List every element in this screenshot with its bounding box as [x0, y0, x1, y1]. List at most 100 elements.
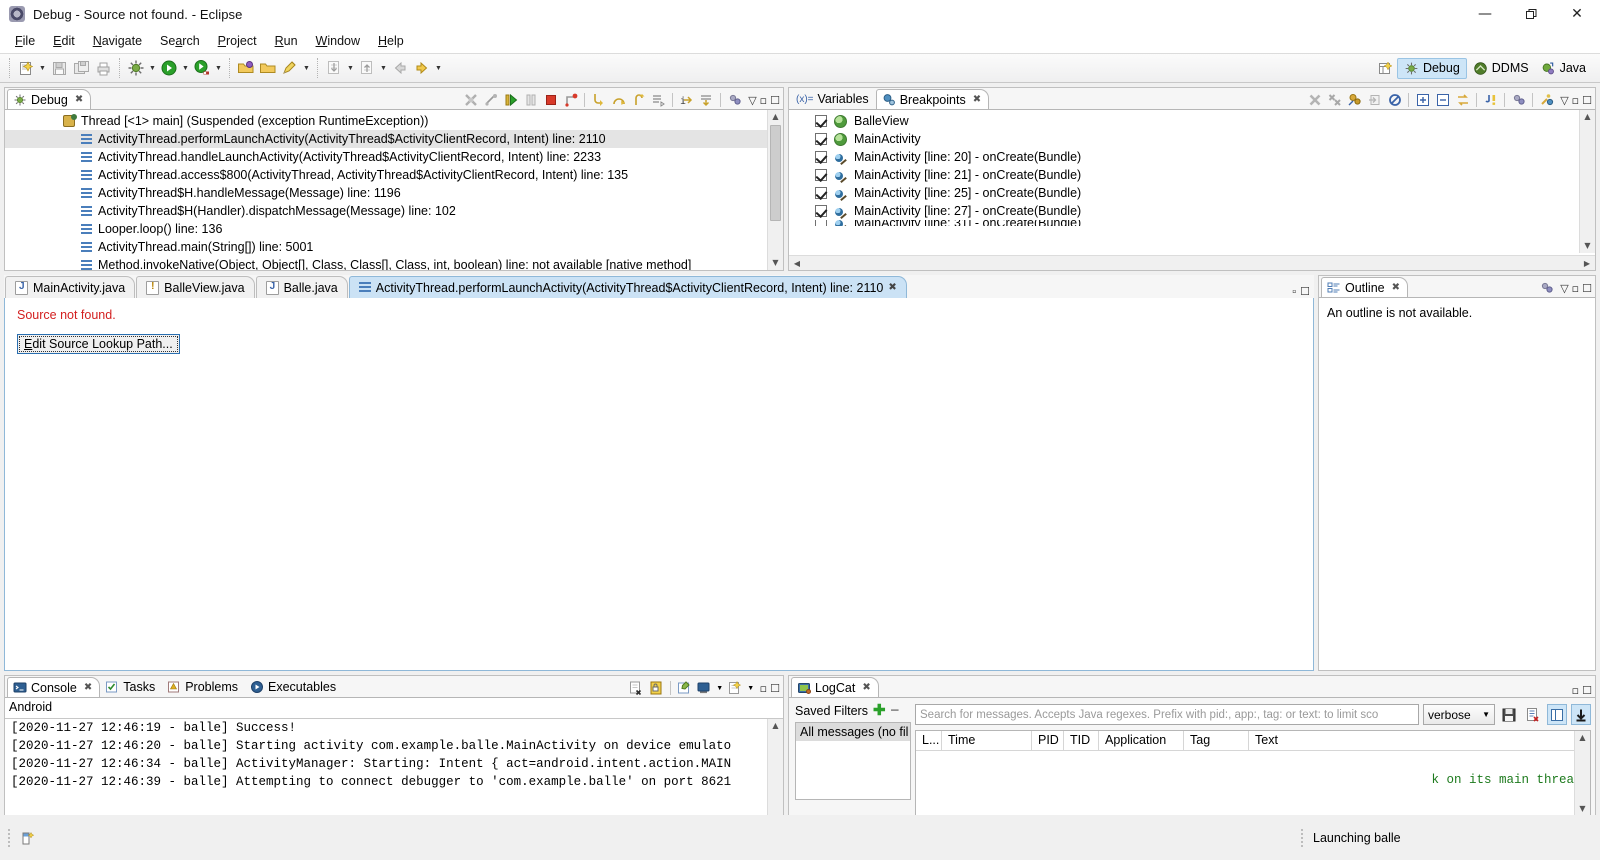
editor-tab-balle[interactable]: Balle.java — [255, 276, 348, 298]
add-java-exception-breakpoint-icon[interactable] — [1481, 91, 1500, 109]
logcat-level-select[interactable]: verbose ▼ — [1423, 704, 1495, 725]
maximize-button[interactable] — [1508, 0, 1554, 29]
scroll-up-arrow[interactable]: ▲ — [772, 719, 778, 733]
close-button[interactable]: ✕ — [1554, 0, 1600, 29]
breakpoint-row[interactable]: MainActivity — [789, 130, 1595, 148]
breakpoint-checkbox[interactable] — [815, 205, 827, 217]
save-all-icon[interactable] — [70, 57, 92, 79]
open-resource-icon[interactable] — [257, 57, 279, 79]
logcat-col-tid[interactable]: TID — [1064, 731, 1099, 750]
minimize-icon[interactable]: ▫ — [760, 682, 767, 695]
new-android-dropdown[interactable] — [301, 57, 312, 79]
stack-frame-row[interactable]: Method.invokeNative(Object, Object[], Cl… — [5, 256, 783, 270]
maximize-icon[interactable]: ☐ — [1582, 282, 1592, 295]
new-android-project-icon[interactable] — [279, 57, 301, 79]
plus-icon[interactable]: ✚ — [873, 703, 886, 718]
breakpoint-row[interactable]: MainActivity [line: 31] - onCreate(Bundl… — [789, 220, 1595, 226]
breakpoint-properties-icon[interactable] — [1345, 91, 1364, 109]
next-annotation-dropdown[interactable] — [345, 57, 356, 79]
terminate-icon[interactable] — [541, 91, 560, 109]
remove-all-terminated-icon[interactable] — [481, 91, 500, 109]
breakpoint-checkbox[interactable] — [815, 187, 827, 199]
breakpoint-row[interactable]: MainActivity [line: 27] - onCreate(Bundl… — [789, 202, 1595, 220]
remove-breakpoint-icon[interactable] — [1305, 91, 1324, 109]
scroll-thumb[interactable] — [770, 125, 781, 221]
menu-project[interactable]: Project — [209, 32, 266, 50]
print-icon[interactable] — [92, 57, 114, 79]
run-icon[interactable] — [158, 57, 180, 79]
step-return-icon[interactable] — [629, 91, 648, 109]
scroll-lock-icon[interactable] — [1571, 704, 1591, 725]
scroll-up-arrow[interactable]: ▲ — [1584, 110, 1590, 124]
working-sets-icon[interactable] — [1509, 91, 1528, 109]
save-log-icon[interactable] — [1499, 704, 1519, 725]
open-console-dropdown[interactable]: ▼ — [746, 685, 756, 692]
run-external-tools-icon[interactable] — [191, 57, 213, 79]
scroll-down-arrow[interactable]: ▼ — [1584, 239, 1590, 253]
maximize-icon[interactable]: ☐ — [1582, 684, 1592, 697]
minimize-icon[interactable]: ▫ — [760, 94, 767, 107]
debug-vertical-scrollbar[interactable]: ▲ ▼ — [767, 110, 783, 270]
stack-frame-row[interactable]: ActivityThread.performLaunchActivity(Act… — [5, 130, 783, 148]
menu-run[interactable]: Run — [266, 32, 307, 50]
maximize-icon[interactable]: ☐ — [1582, 94, 1592, 107]
menu-window[interactable]: Window — [307, 32, 369, 50]
breakpoint-checkbox[interactable] — [815, 220, 827, 226]
maximize-icon[interactable]: ☐ — [770, 94, 780, 107]
step-over-icon[interactable] — [609, 91, 628, 109]
close-icon[interactable]: ✖ — [973, 94, 981, 105]
stack-frame-row[interactable]: Looper.loop() line: 136 — [5, 220, 783, 238]
clear-console-icon[interactable] — [627, 679, 646, 697]
forward-icon[interactable] — [411, 57, 433, 79]
working-sets-icon[interactable] — [725, 91, 744, 109]
link-with-debug-view-icon[interactable] — [1453, 91, 1472, 109]
close-icon[interactable]: ✖ — [84, 682, 92, 693]
new-wizard-dropdown[interactable] — [37, 57, 48, 79]
open-type-icon[interactable] — [235, 57, 257, 79]
breakpoint-row[interactable]: BalleView — [789, 112, 1595, 130]
working-sets-icon[interactable] — [1537, 279, 1556, 297]
logcat-col-pid[interactable]: PID — [1032, 731, 1064, 750]
display-view-icon[interactable] — [1547, 704, 1567, 725]
logcat-filter-item[interactable]: All messages (no fil — [796, 723, 910, 741]
tab-variables[interactable]: (x)= Variables — [791, 89, 876, 109]
logcat-col-tag[interactable]: Tag — [1184, 731, 1249, 750]
view-menu-icon[interactable]: ▽ — [1560, 94, 1568, 107]
menu-edit[interactable]: Edit — [44, 32, 84, 50]
skip-all-breakpoints-icon[interactable] — [1365, 91, 1384, 109]
maximize-icon[interactable]: ☐ — [1300, 285, 1310, 298]
save-icon[interactable] — [48, 57, 70, 79]
perspective-debug[interactable]: Debug — [1396, 57, 1467, 79]
view-menu-icon[interactable]: ▽ — [1560, 282, 1568, 295]
display-selected-console-icon[interactable] — [695, 679, 714, 697]
instruction-stepping-icon[interactable] — [697, 91, 716, 109]
back-icon[interactable] — [389, 57, 411, 79]
edit-source-lookup-path-button[interactable]: Edit Source Lookup Path... — [17, 334, 180, 354]
debug-dropdown[interactable] — [147, 57, 158, 79]
suspend-icon[interactable] — [521, 91, 540, 109]
clear-log-icon[interactable] — [1523, 704, 1543, 725]
previous-annotation-icon[interactable] — [356, 57, 378, 79]
perspective-java[interactable]: Java — [1535, 59, 1592, 78]
expand-all-icon[interactable] — [1413, 91, 1432, 109]
editor-tab-balleview[interactable]: BalleView.java — [136, 276, 255, 298]
open-perspective-icon[interactable] — [1375, 57, 1397, 79]
editor-tab-mainactivity[interactable]: MainActivity.java — [5, 276, 136, 298]
maximize-icon[interactable]: ☐ — [770, 682, 780, 695]
breakpoints-vertical-scrollbar[interactable]: ▲ ▼ — [1579, 110, 1595, 253]
disconnect-icon[interactable] — [461, 91, 480, 109]
breakpoint-checkbox[interactable] — [815, 169, 827, 181]
minimize-icon[interactable]: ▫ — [1292, 286, 1296, 298]
open-console-icon[interactable] — [726, 679, 745, 697]
minimize-icon[interactable]: ▫ — [1572, 94, 1579, 107]
run-dropdown[interactable] — [180, 57, 191, 79]
logcat-col-text[interactable]: Text — [1249, 731, 1590, 750]
editor-tab-source-not-found[interactable]: ActivityThread.performLaunchActivity(Act… — [348, 276, 907, 298]
collapse-all-icon[interactable] — [1433, 91, 1452, 109]
close-icon[interactable]: ✖ — [888, 282, 896, 293]
minimize-icon[interactable]: ▫ — [1572, 684, 1579, 697]
tab-breakpoints[interactable]: Breakpoints ✖ — [875, 89, 990, 109]
new-wizard-icon[interactable] — [15, 57, 37, 79]
breakpoint-row[interactable]: MainActivity [line: 21] - onCreate(Bundl… — [789, 166, 1595, 184]
tab-console[interactable]: Console ✖ — [7, 677, 101, 697]
